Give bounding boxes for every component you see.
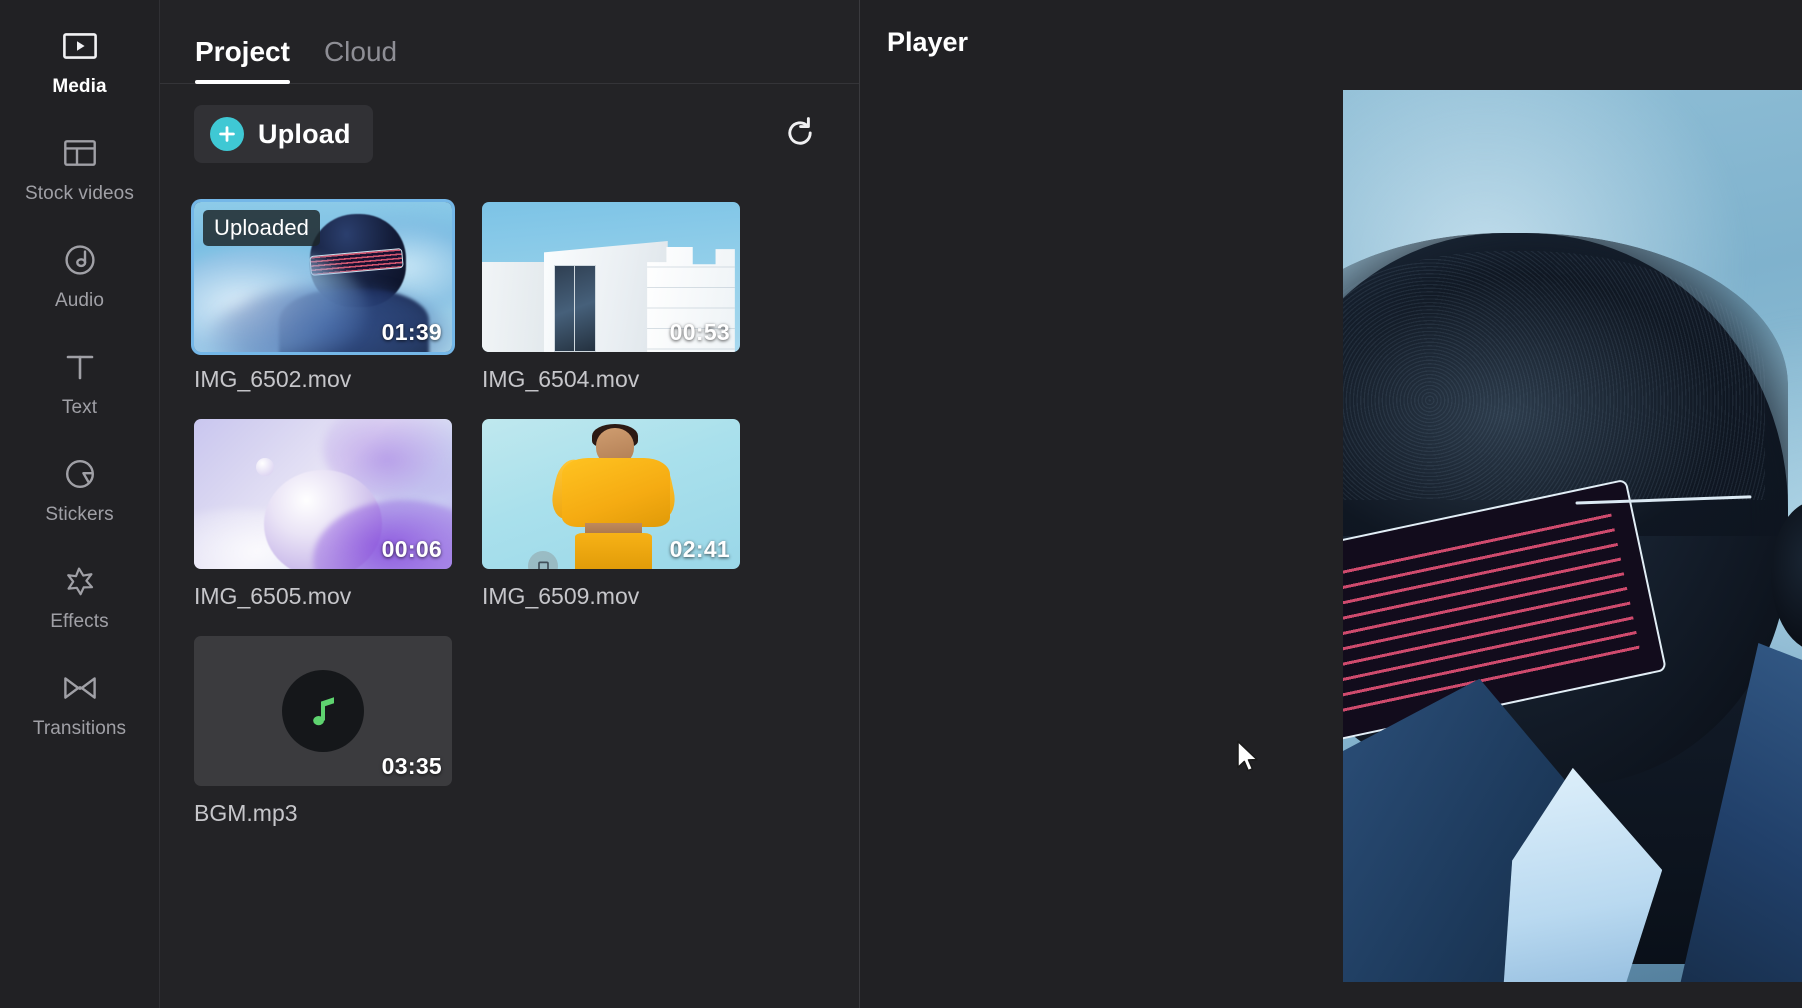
media-filename: IMG_6504.mov: [482, 366, 640, 392]
app-root: Media Stock videos Audio Text Stickers E…: [0, 0, 1802, 1008]
sidebar-item-label: Stock videos: [25, 183, 134, 204]
audio-icon: [58, 238, 102, 282]
media-grid: Uploaded 01:39 IMG_6502.mov 00:53 IMG_65…: [160, 184, 859, 1008]
sidebar-item-label: Media: [52, 76, 107, 97]
sidebar-item-label: Effects: [50, 611, 109, 632]
media-thumbnail[interactable]: 02:41: [482, 419, 740, 569]
media-card[interactable]: 02:41 IMG_6509.mov: [482, 419, 740, 610]
refresh-button[interactable]: [777, 111, 823, 157]
effects-icon: [58, 559, 102, 603]
sidebar-item-transitions[interactable]: Transitions: [0, 666, 159, 741]
media-filename: IMG_6509.mov: [482, 583, 640, 609]
upload-button-label: Upload: [258, 119, 351, 149]
duration-label: 00:53: [669, 319, 730, 345]
media-card[interactable]: Uploaded 01:39 IMG_6502.mov: [194, 202, 452, 393]
player-header: Player: [860, 0, 1802, 84]
media-thumbnail[interactable]: 00:53: [482, 202, 740, 352]
duration-label: 00:06: [381, 536, 442, 562]
media-toolbar: Upload: [160, 84, 859, 184]
stickers-icon: [58, 452, 102, 496]
sidebar-item-audio[interactable]: Audio: [0, 238, 159, 313]
media-card[interactable]: 03:35 BGM.mp3: [194, 636, 452, 827]
media-filename: IMG_6502.mov: [194, 366, 352, 392]
tab-cloud[interactable]: Cloud: [324, 35, 397, 83]
sidebar-item-stickers[interactable]: Stickers: [0, 452, 159, 527]
sidebar-item-label: Text: [61, 397, 98, 418]
tab-project[interactable]: Project: [195, 35, 290, 84]
media-filename: IMG_6505.mov: [194, 583, 352, 609]
media-card[interactable]: 00:06 IMG_6505.mov: [194, 419, 452, 610]
duration-label: 01:39: [381, 319, 442, 345]
sidebar-item-text[interactable]: Text: [0, 345, 159, 420]
media-tabs: Project Cloud: [160, 0, 859, 84]
stock-videos-icon: [58, 131, 102, 175]
player-panel: Player: [860, 0, 1802, 1008]
sidebar-item-label: Transitions: [32, 718, 127, 739]
upload-button[interactable]: Upload: [194, 105, 373, 163]
media-panel: Project Cloud Upload Uploaded 01:39 IMG_…: [160, 0, 860, 1008]
sidebar-item-stock-videos[interactable]: Stock videos: [0, 131, 159, 206]
player-preview[interactable]: [1343, 90, 1802, 982]
media-thumbnail[interactable]: 00:06: [194, 419, 452, 569]
player-title: Player: [887, 26, 969, 57]
media-thumbnail[interactable]: Uploaded 01:39: [194, 202, 452, 352]
text-icon: [58, 345, 102, 389]
sidebar-item-effects[interactable]: Effects: [0, 559, 159, 634]
media-filename: BGM.mp3: [194, 800, 298, 826]
transitions-icon: [58, 666, 102, 710]
uploaded-badge: Uploaded: [203, 210, 320, 246]
media-icon: [58, 24, 102, 68]
sidebar-item-label: Audio: [54, 290, 105, 311]
player-stage[interactable]: [860, 84, 1802, 1008]
sidebar-item-label: Stickers: [45, 504, 114, 525]
sidebar-item-media[interactable]: Media: [0, 24, 159, 99]
music-note-icon: [282, 670, 364, 752]
duration-label: 02:41: [669, 536, 730, 562]
refresh-icon: [783, 116, 817, 153]
duration-label: 03:35: [381, 753, 442, 779]
left-sidebar: Media Stock videos Audio Text Stickers E…: [0, 0, 160, 1008]
media-thumbnail[interactable]: 03:35: [194, 636, 452, 786]
plus-icon: [210, 117, 244, 151]
media-card[interactable]: 00:53 IMG_6504.mov: [482, 202, 740, 393]
